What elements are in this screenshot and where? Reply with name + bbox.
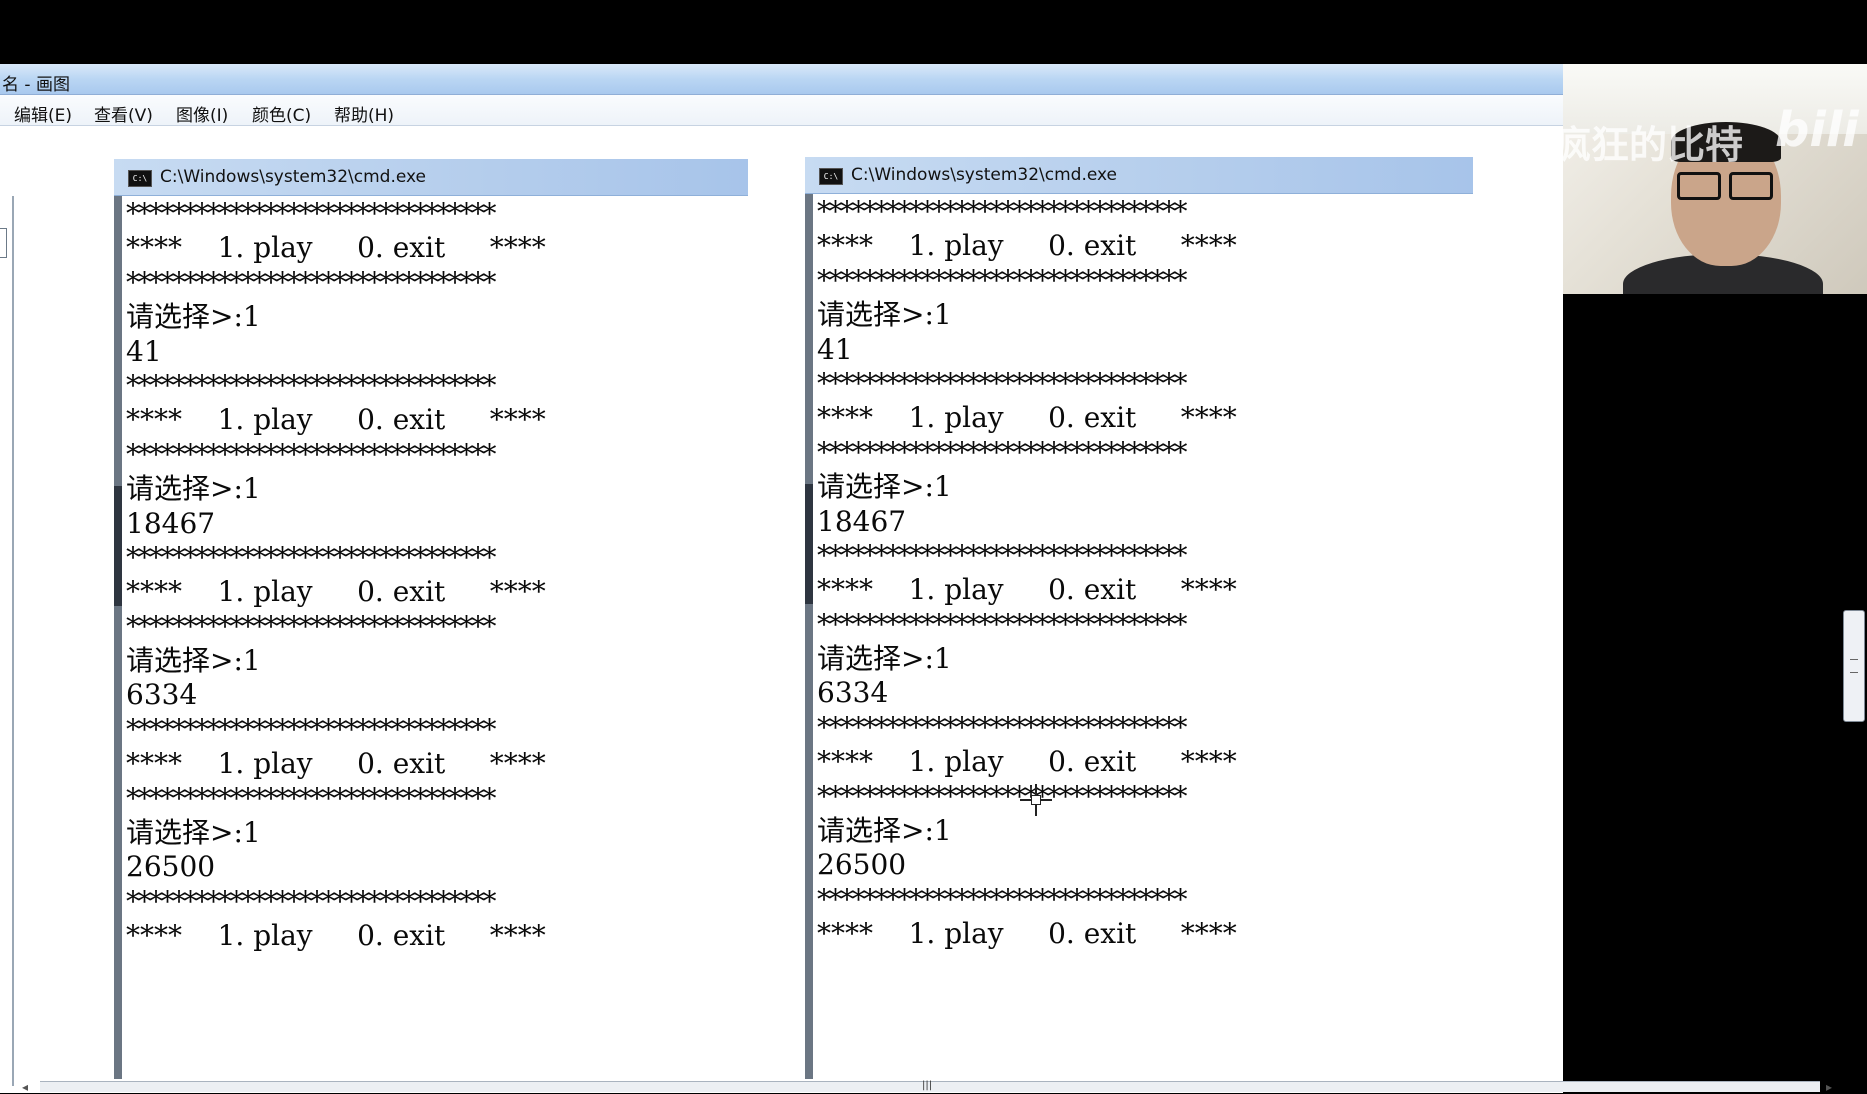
- console-line: ********************************: [126, 781, 497, 815]
- console-line: ********************************: [126, 368, 497, 402]
- console-line: ********************************: [817, 195, 1188, 228]
- console-line: 41: [126, 334, 162, 368]
- console-line: ********************************: [126, 265, 497, 299]
- console-line: **** 1. play 0. exit ****: [817, 229, 1237, 263]
- menu-color[interactable]: 颜色(C): [252, 101, 311, 126]
- console-line: 6334: [817, 676, 889, 710]
- console-line: **** 1. play 0. exit ****: [817, 401, 1237, 435]
- scrollbar-grip-icon: |||: [922, 1080, 933, 1091]
- console-line: ********************************: [817, 607, 1188, 641]
- console-line: **** 1. play 0. exit ****: [126, 403, 546, 437]
- console-line: **** 1. play 0. exit ****: [817, 917, 1237, 951]
- console-line: 6334: [126, 678, 198, 712]
- cmd-titlebar-left[interactable]: C:\ C:\Windows\system32\cmd.exe: [114, 159, 748, 196]
- console-line: ********************************: [126, 540, 497, 574]
- console-line: **** 1. play 0. exit ****: [126, 231, 546, 265]
- console-line: ********************************: [817, 435, 1188, 469]
- console-line: ********************************: [817, 263, 1188, 297]
- channel-watermark: 疯狂的比特: [1563, 123, 1744, 167]
- cmd-scrollbar-right[interactable]: [805, 194, 813, 1079]
- console-line: **** 1. play 0. exit ****: [817, 573, 1237, 607]
- console-line: 18467: [126, 506, 216, 540]
- paint-title: 名 - 画图: [2, 75, 70, 95]
- cmd-title-left: C:\Windows\system32\cmd.exe: [160, 167, 427, 187]
- cmd-window-left: C:\ C:\Windows\system32\cmd.exe ********…: [114, 159, 748, 1079]
- scroll-left-arrow-icon[interactable]: ◂: [22, 1080, 28, 1094]
- console-line: **** 1. play 0. exit ****: [817, 745, 1237, 779]
- paint-titlebar[interactable]: 名 - 画图: [0, 64, 1563, 95]
- console-line: 请选择>:1: [126, 300, 261, 334]
- console-line: 41: [817, 332, 853, 366]
- console-line: **** 1. play 0. exit ****: [126, 919, 546, 953]
- console-line: 请选择>:1: [126, 816, 261, 850]
- top-black-bar: [0, 0, 1867, 64]
- console-line: ********************************: [817, 710, 1188, 744]
- console-line: ********************************: [126, 884, 497, 918]
- console-line: 请选择>:1: [817, 642, 952, 676]
- menu-edit[interactable]: 编辑(E): [14, 101, 72, 126]
- glasses-icon: [1677, 172, 1773, 200]
- console-line: ********************************: [817, 779, 1188, 813]
- canvas-resize-handle[interactable]: [0, 228, 7, 258]
- cmd-output-right: ******************************** **** 1.…: [817, 195, 1473, 1079]
- cmd-window-icon: C:\: [819, 168, 843, 185]
- cmd-title-right: C:\Windows\system32\cmd.exe: [851, 165, 1118, 185]
- scroll-right-arrow-icon[interactable]: ▸: [1826, 1080, 1832, 1094]
- cmd-window-icon: C:\: [128, 170, 152, 187]
- cmd-scrollbar-thumb-left[interactable]: [114, 486, 122, 606]
- cmd-output-left: ******************************** **** 1.…: [126, 197, 748, 1079]
- console-line: 26500: [126, 850, 216, 884]
- bilibili-logo-icon: bili: [1775, 102, 1859, 158]
- cmd-titlebar-right[interactable]: C:\ C:\Windows\system32\cmd.exe: [805, 157, 1473, 194]
- menu-image[interactable]: 图像(I): [176, 101, 228, 126]
- crosshair-center: [1031, 795, 1041, 805]
- console-line: ********************************: [817, 882, 1188, 916]
- console-line: 18467: [817, 504, 907, 538]
- console-line: 请选择>:1: [817, 298, 952, 332]
- console-line: 请选择>:1: [817, 814, 952, 848]
- console-line: ********************************: [817, 538, 1188, 572]
- console-line: 请选择>:1: [126, 472, 261, 506]
- console-line: 26500: [817, 848, 907, 882]
- console-line: **** 1. play 0. exit ****: [126, 575, 546, 609]
- webcam-overlay: 疯狂的比特 bili: [1563, 64, 1867, 294]
- console-line: ********************************: [126, 712, 497, 746]
- menu-help[interactable]: 帮助(H): [334, 101, 394, 126]
- menu-view[interactable]: 查看(V): [94, 101, 153, 126]
- console-line: 请选择>:1: [126, 644, 261, 678]
- console-line: ********************************: [126, 197, 497, 230]
- cmd-window-right: C:\ C:\Windows\system32\cmd.exe ********…: [805, 157, 1473, 1079]
- cmd-scrollbar-left[interactable]: [114, 196, 122, 1079]
- paint-menubar: 编辑(E) 查看(V) 图像(I) 颜色(C) 帮助(H): [0, 95, 1563, 126]
- console-line: ********************************: [817, 366, 1188, 400]
- canvas-left-edge: [12, 196, 14, 1086]
- scrollbar-grip-icon: [1850, 659, 1858, 673]
- paint-vertical-scrollbar-thumb[interactable]: [1843, 610, 1865, 722]
- console-line: **** 1. play 0. exit ****: [126, 747, 546, 781]
- console-line: ********************************: [126, 609, 497, 643]
- cmd-scrollbar-thumb-right[interactable]: [805, 484, 813, 604]
- console-line: ********************************: [126, 437, 497, 471]
- console-line: 请选择>:1: [817, 470, 952, 504]
